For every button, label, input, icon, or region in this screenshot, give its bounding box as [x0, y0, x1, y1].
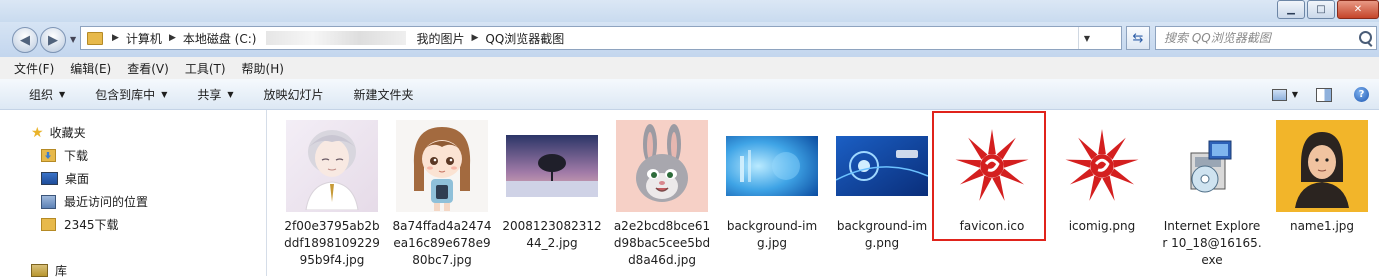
include-in-library-label: 包含到库中 — [95, 87, 156, 102]
file-item[interactable]: name1.jpg — [1272, 120, 1372, 235]
red-sun-logo-icon — [1056, 120, 1148, 212]
new-folder-button[interactable]: 新建文件夹 — [354, 86, 414, 103]
breadcrumb-my-pictures[interactable]: 我的图片 — [412, 30, 468, 47]
menu-bar: 文件(F) 编辑(E) 查看(V) 工具(T) 帮助(H) — [0, 57, 1379, 79]
address-row: ◀ ▶ ▼ ▶ 计算机 ▶ 本地磁盘 (C:) 我的图片 ▶ QQ浏览器截图 ▼… — [0, 22, 1379, 57]
breadcrumb-computer[interactable]: 计算机 — [122, 30, 166, 47]
slideshow-button[interactable]: 放映幻灯片 — [264, 86, 324, 103]
preview-pane-icon[interactable] — [1316, 87, 1332, 102]
image-thumbnail — [396, 120, 488, 212]
minimize-button[interactable]: ▁ — [1277, 0, 1305, 19]
file-list: 2f00e3795ab2bddf189810922995b9f4.jpg 8a7… — [267, 110, 1379, 276]
redacted-path — [266, 31, 407, 45]
nav-item-label: 桌面 — [65, 172, 90, 186]
search-input[interactable] — [1156, 30, 1356, 46]
file-name: name1.jpg — [1289, 219, 1355, 233]
selection-highlight — [932, 111, 1046, 241]
chevron-down-icon: ▼ — [227, 89, 234, 99]
forward-button[interactable]: ▶ — [40, 27, 66, 53]
organize-label: 组织 — [29, 87, 54, 102]
file-name: Internet Explorer 10_18@16165.exe — [1162, 219, 1262, 267]
address-dropdown-button[interactable]: ▼ — [1078, 27, 1095, 49]
nav-item-label: 最近访问的位置 — [64, 195, 149, 209]
nav-favorites[interactable]: ★ 收藏夹 — [31, 124, 86, 141]
nav-item-2345-downloads[interactable]: 2345下载 — [41, 216, 119, 233]
toolbar-right: ▼ ? — [1271, 79, 1379, 110]
menu-help[interactable]: 帮助(H) — [242, 60, 284, 77]
nav-item-label: 2345下载 — [64, 218, 119, 232]
chevron-down-icon: ▼ — [59, 89, 66, 99]
desktop-icon — [41, 172, 58, 185]
star-icon: ★ — [31, 124, 44, 141]
menu-view[interactable]: 查看(V) — [127, 60, 169, 77]
file-item[interactable]: 2f00e3795ab2bddf189810922995b9f4.jpg — [282, 120, 382, 269]
folder-icon — [41, 218, 56, 231]
refresh-button[interactable]: ⇆ — [1126, 26, 1150, 50]
title-bar: ▁ □ ✕ — [0, 0, 1379, 22]
nav-libraries[interactable]: 库 — [31, 262, 67, 279]
arrow-right-icon: ▶ — [48, 32, 58, 48]
search-icon[interactable] — [1359, 31, 1372, 44]
back-button[interactable]: ◀ — [12, 27, 38, 53]
image-thumbnail — [726, 120, 818, 212]
file-item[interactable]: background-img.jpg — [722, 120, 822, 252]
downloads-folder-icon — [41, 149, 56, 162]
arrow-left-icon: ◀ — [20, 32, 30, 48]
image-thumbnail — [616, 120, 708, 212]
file-item[interactable]: 2008123082312 44_2.jpg — [502, 120, 602, 252]
file-name: 2008123082312 44_2.jpg — [502, 219, 602, 250]
nav-favorites-label: 收藏夹 — [49, 126, 86, 140]
file-name: background-img.png — [836, 219, 928, 250]
installer-icon — [1166, 120, 1258, 212]
chevron-right-icon[interactable]: ▶ — [468, 33, 481, 43]
search-box[interactable] — [1155, 26, 1377, 50]
file-item[interactable]: 8a74ffad4a2474ea16c89e678e980bc7.jpg — [392, 120, 492, 269]
file-item[interactable]: Internet Explorer 10_18@16165.exe — [1162, 120, 1262, 269]
image-thumbnail — [286, 120, 378, 212]
folder-icon — [87, 31, 103, 45]
include-in-library-button[interactable]: 包含到库中 ▼ — [95, 86, 167, 103]
breadcrumb-local-disk[interactable]: 本地磁盘 (C:) — [179, 30, 261, 47]
chevron-right-icon[interactable]: ▶ — [109, 33, 122, 43]
nav-item-recent[interactable]: 最近访问的位置 — [41, 193, 148, 210]
image-thumbnail — [506, 120, 598, 212]
nav-item-desktop[interactable]: 桌面 — [41, 170, 89, 187]
history-dropdown-icon[interactable]: ▼ — [70, 35, 76, 44]
nav-item-label: 下载 — [64, 149, 89, 163]
close-button[interactable]: ✕ — [1337, 0, 1379, 19]
chevron-down-icon[interactable]: ▼ — [1292, 90, 1298, 99]
address-bar[interactable]: ▶ 计算机 ▶ 本地磁盘 (C:) 我的图片 ▶ QQ浏览器截图 ▼ — [80, 26, 1122, 50]
image-thumbnail — [836, 120, 928, 212]
file-item[interactable]: background-img.png — [832, 120, 932, 252]
chevron-right-icon[interactable]: ▶ — [166, 33, 179, 43]
nav-libraries-label: 库 — [55, 264, 68, 278]
library-icon — [31, 264, 48, 277]
window-controls: ▁ □ ✕ — [1277, 0, 1379, 19]
file-name: a2e2bcd8bce61d98bac5cee5bdd8a46d.jpg — [613, 219, 711, 267]
file-item[interactable]: icomig.png — [1052, 120, 1152, 235]
image-thumbnail — [1276, 120, 1368, 212]
share-button[interactable]: 共享 ▼ — [197, 86, 233, 103]
chevron-down-icon: ▼ — [161, 89, 168, 99]
file-name: icomig.png — [1068, 219, 1136, 233]
share-label: 共享 — [197, 87, 222, 102]
organize-button[interactable]: 组织 ▼ — [29, 86, 65, 103]
breadcrumb-current-folder[interactable]: QQ浏览器截图 — [481, 30, 568, 47]
file-name: 2f00e3795ab2bddf189810922995b9f4.jpg — [284, 219, 380, 267]
help-icon[interactable]: ? — [1354, 87, 1369, 102]
menu-edit[interactable]: 编辑(E) — [70, 60, 111, 77]
nav-item-downloads[interactable]: 下载 — [41, 147, 88, 164]
recent-places-icon — [41, 194, 56, 209]
file-item[interactable]: a2e2bcd8bce61d98bac5cee5bdd8a46d.jpg — [612, 120, 712, 269]
file-name: 8a74ffad4a2474ea16c89e678e980bc7.jpg — [392, 219, 492, 267]
menu-tools[interactable]: 工具(T) — [185, 60, 226, 77]
file-name: background-img.jpg — [726, 219, 818, 250]
navigation-pane: ★ 收藏夹 下载 桌面 最近访问的位置 2345下载 库 — [0, 110, 267, 279]
menu-file[interactable]: 文件(F) — [14, 60, 54, 77]
command-toolbar: 组织 ▼ 包含到库中 ▼ 共享 ▼ 放映幻灯片 新建文件夹 ▼ ? — [0, 79, 1379, 110]
maximize-button[interactable]: □ — [1307, 0, 1335, 19]
change-view-icon[interactable] — [1271, 88, 1287, 101]
